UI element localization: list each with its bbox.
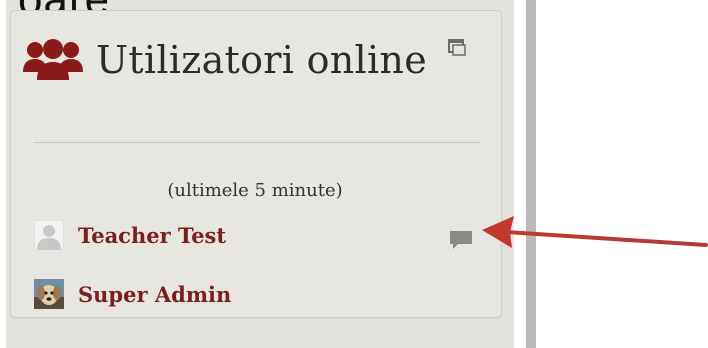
block-title: Utilizatori online — [96, 38, 427, 82]
period-label: (ultimele 5 minute) — [167, 180, 343, 201]
online-user-item: Super Admin — [34, 279, 231, 309]
dock-icon[interactable] — [448, 38, 466, 56]
annotation-arrow — [482, 216, 708, 248]
online-user-item: Teacher Test — [34, 220, 226, 250]
dog-photo-avatar[interactable] — [34, 279, 64, 309]
users-icon — [23, 39, 83, 80]
block-divider — [34, 142, 480, 143]
block-header: Utilizatori online — [22, 30, 427, 90]
left-edge — [0, 0, 6, 348]
screenshot-stage: oare Utilizatori online (ultimele 5 minu… — [0, 0, 708, 348]
user-link-super-admin[interactable]: Super Admin — [78, 282, 231, 307]
default-user-avatar[interactable] — [34, 220, 64, 250]
user-link-teacher-test[interactable]: Teacher Test — [78, 223, 226, 248]
vertical-scrollbar[interactable] — [526, 0, 536, 348]
page-gap — [514, 0, 526, 348]
